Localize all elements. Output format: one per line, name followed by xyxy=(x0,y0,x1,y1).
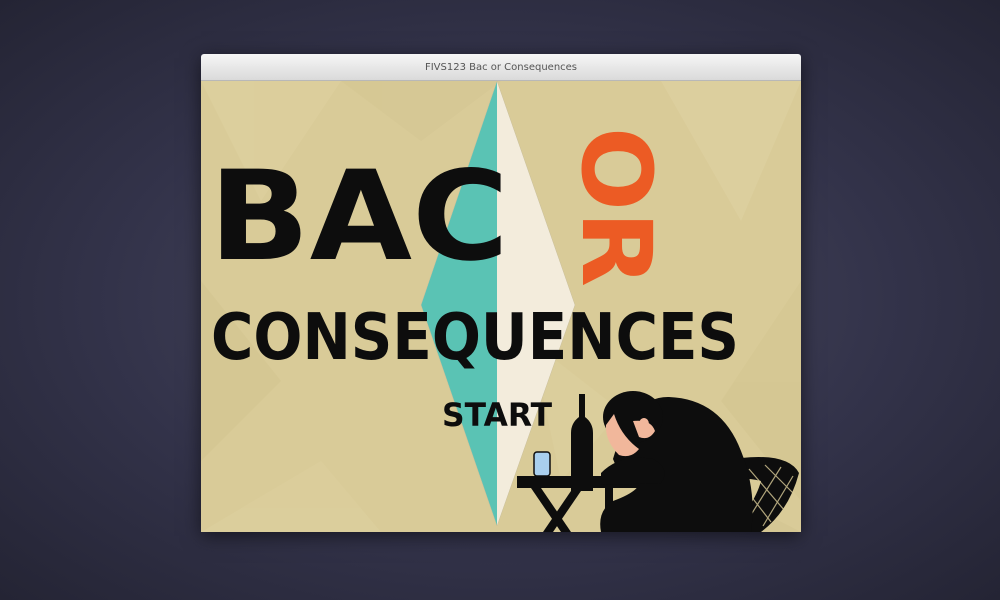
window-title: FIVS123 Bac or Consequences xyxy=(424,62,578,73)
game-canvas[interactable]: BAC OR CONSEQUENCES START xyxy=(201,81,801,532)
title-bac: BAC xyxy=(209,145,509,289)
start-button[interactable]: START xyxy=(442,396,552,434)
glass-icon xyxy=(533,451,551,477)
title-consequences: CONSEQUENCES xyxy=(211,301,739,375)
game-window: FIVS123 Bac or Consequences BAC OR CONSE… xyxy=(201,54,801,532)
title-or-group: OR xyxy=(560,127,672,287)
game-scene: BAC OR CONSEQUENCES START xyxy=(201,81,801,532)
title-or: OR xyxy=(560,127,672,287)
window-titlebar[interactable]: FIVS123 Bac or Consequences xyxy=(201,54,801,81)
